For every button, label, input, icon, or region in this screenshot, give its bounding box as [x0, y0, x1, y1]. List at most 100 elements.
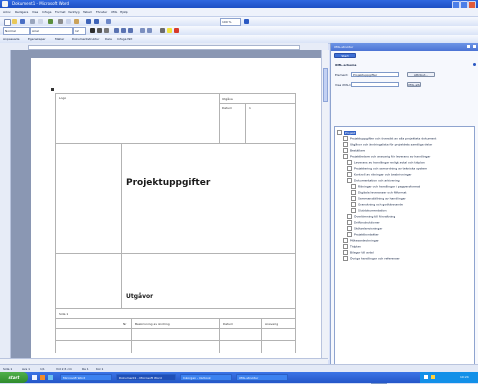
bold-icon[interactable]	[90, 28, 95, 33]
paste-icon[interactable]	[74, 19, 79, 24]
tree-item[interactable]: Övriga handlingar och referenser	[343, 256, 400, 261]
expand-icon[interactable]	[351, 202, 356, 207]
expand-icon[interactable]	[337, 130, 342, 135]
toolbar-item-mallar[interactable]: Mallar	[55, 37, 64, 41]
table-move-handle[interactable]	[51, 88, 54, 91]
tree-item[interactable]: Digitala leveranser och filformat	[351, 190, 406, 195]
tree-item[interactable]: Granskning och godkännande	[351, 202, 403, 207]
font-size-select[interactable]: 12	[73, 27, 86, 35]
pane-close-icon[interactable]	[473, 45, 476, 48]
menu-tabell[interactable]: Tabell	[83, 10, 92, 14]
expand-icon[interactable]	[351, 184, 356, 189]
menu-format[interactable]: Format	[55, 10, 66, 14]
pane-tab-start[interactable]: Start	[334, 53, 356, 58]
taskbar-task-active[interactable]: Dokument1 - Microsoft Word	[116, 374, 176, 381]
toolbar-item-dela[interactable]: Dela	[105, 37, 112, 41]
save-icon[interactable]	[20, 19, 25, 24]
tree-item[interactable]: Mötesanteckningar	[343, 238, 379, 243]
tree-item[interactable]: Överlämning till förvaltning	[347, 214, 395, 219]
tree-root[interactable]: Projekt	[337, 130, 357, 135]
bullets-icon[interactable]	[140, 28, 145, 33]
tree-item[interactable]: Slutdokumentation	[351, 208, 387, 213]
help-icon[interactable]	[244, 19, 249, 24]
expand-icon[interactable]	[347, 220, 352, 225]
expand-icon[interactable]	[343, 244, 348, 249]
expand-icon[interactable]	[347, 166, 352, 171]
pane-dropdown-icon[interactable]	[467, 45, 470, 48]
tree-item[interactable]: Bilagor till avtal	[343, 250, 374, 255]
menu-redigera[interactable]: Redigera	[15, 10, 28, 14]
quicklaunch-icon[interactable]	[40, 375, 45, 380]
vertical-ruler[interactable]	[0, 50, 11, 358]
tree-item[interactable]: Ritningar och handlingar i pappersformat	[351, 184, 420, 189]
element-select[interactable]: Projektuppgifter	[351, 72, 399, 77]
italic-icon[interactable]	[97, 28, 102, 33]
menu-arkiv[interactable]: Arkiv	[3, 10, 11, 14]
expand-icon[interactable]	[343, 148, 348, 153]
open-icon[interactable]	[12, 19, 17, 24]
menu-xml[interactable]: XML	[111, 10, 117, 14]
tree-item[interactable]: Driftinstruktioner	[347, 220, 380, 225]
toolbar-item-egenskaper[interactable]: Egenskaper	[28, 37, 46, 41]
filter-input[interactable]	[351, 82, 399, 87]
align-center-icon[interactable]	[121, 28, 126, 33]
scrollbar-thumb[interactable]	[323, 68, 328, 102]
align-icon[interactable]	[114, 28, 119, 33]
tree-item[interactable]: Leverans av handlingar enligt avtal och …	[347, 160, 425, 165]
expand-icon[interactable]	[343, 256, 348, 261]
expand-icon[interactable]	[343, 238, 348, 243]
table-icon[interactable]	[106, 19, 111, 24]
highlight-icon[interactable]	[167, 28, 172, 33]
tree-item[interactable]: Projektkontakter	[347, 232, 379, 237]
expand-icon[interactable]	[343, 154, 348, 159]
options-button[interactable]: XML-alternativ	[407, 82, 421, 87]
expand-icon[interactable]	[351, 208, 356, 213]
style-select[interactable]: Normal	[3, 27, 30, 35]
tree-item[interactable]: Tidplan	[343, 244, 361, 249]
indent-icon[interactable]	[147, 28, 152, 33]
toolbar-item-anpassade[interactable]: Anpassade	[3, 37, 19, 41]
start-button[interactable]: start	[0, 372, 28, 383]
pane-help-icon[interactable]	[473, 63, 476, 66]
expand-icon[interactable]	[347, 178, 352, 183]
menu-fonster[interactable]: Fönster	[96, 10, 107, 14]
vertical-scrollbar[interactable]	[321, 50, 329, 360]
document-page[interactable]: Logo Utgåva Datum 1 Projektuppgifter Utg…	[31, 58, 321, 358]
expand-icon[interactable]	[343, 142, 348, 147]
xml-tree[interactable]: Projekt Projektuppgifter och översikt av…	[334, 126, 475, 374]
tray-icon[interactable]	[431, 375, 435, 379]
expand-icon[interactable]	[351, 196, 356, 201]
menu-verktyg[interactable]: Verktyg	[68, 10, 80, 14]
tree-item[interactable]: Dokumentation och arkivering	[347, 178, 400, 183]
undo-icon[interactable]	[86, 19, 91, 24]
menu-infoga[interactable]: Infoga	[42, 10, 51, 14]
attributes-button[interactable]: Attribut...	[407, 72, 435, 77]
spelling-icon[interactable]	[48, 19, 53, 24]
border-icon[interactable]	[160, 28, 165, 33]
tree-item[interactable]: Beställare	[343, 148, 365, 153]
document-title[interactable]: Projektuppgifter	[126, 178, 210, 188]
tray-icon[interactable]	[424, 375, 428, 379]
toolbar-item-struktur[interactable]: Dokumentstruktur	[72, 37, 99, 41]
expand-icon[interactable]	[343, 250, 348, 255]
tree-item[interactable]: Projektledare och ansvarig för leverans …	[343, 154, 430, 159]
align-right-icon[interactable]	[128, 28, 133, 33]
expand-icon[interactable]	[347, 226, 352, 231]
tree-item[interactable]: Kontroll av ritningar och beskrivningar	[347, 172, 412, 177]
taskbar-task[interactable]: XML-struktur	[236, 374, 288, 381]
redo-icon[interactable]	[94, 19, 99, 24]
preview-icon[interactable]	[38, 19, 43, 24]
underline-icon[interactable]	[104, 28, 109, 33]
expand-icon[interactable]	[343, 136, 348, 141]
tree-item[interactable]: Sammanställning av handlingar	[351, 196, 406, 201]
expand-icon[interactable]	[347, 172, 352, 177]
tree-item[interactable]: Skötselanvisningar	[347, 226, 382, 231]
expand-icon[interactable]	[347, 214, 352, 219]
new-icon[interactable]	[4, 19, 11, 26]
toolbar-item-infoga-falt[interactable]: Infoga fält	[117, 37, 132, 41]
print-icon[interactable]	[30, 19, 35, 24]
taskbar-task[interactable]: Microsoft Word	[60, 374, 112, 381]
tree-item[interactable]: Projektuppgifter och översikt av alla pr…	[343, 136, 436, 141]
tree-item[interactable]: Utgåvor och ändringslista för projektets…	[343, 142, 432, 147]
taskbar-task[interactable]: Inkorgen - Outlook	[180, 374, 232, 381]
